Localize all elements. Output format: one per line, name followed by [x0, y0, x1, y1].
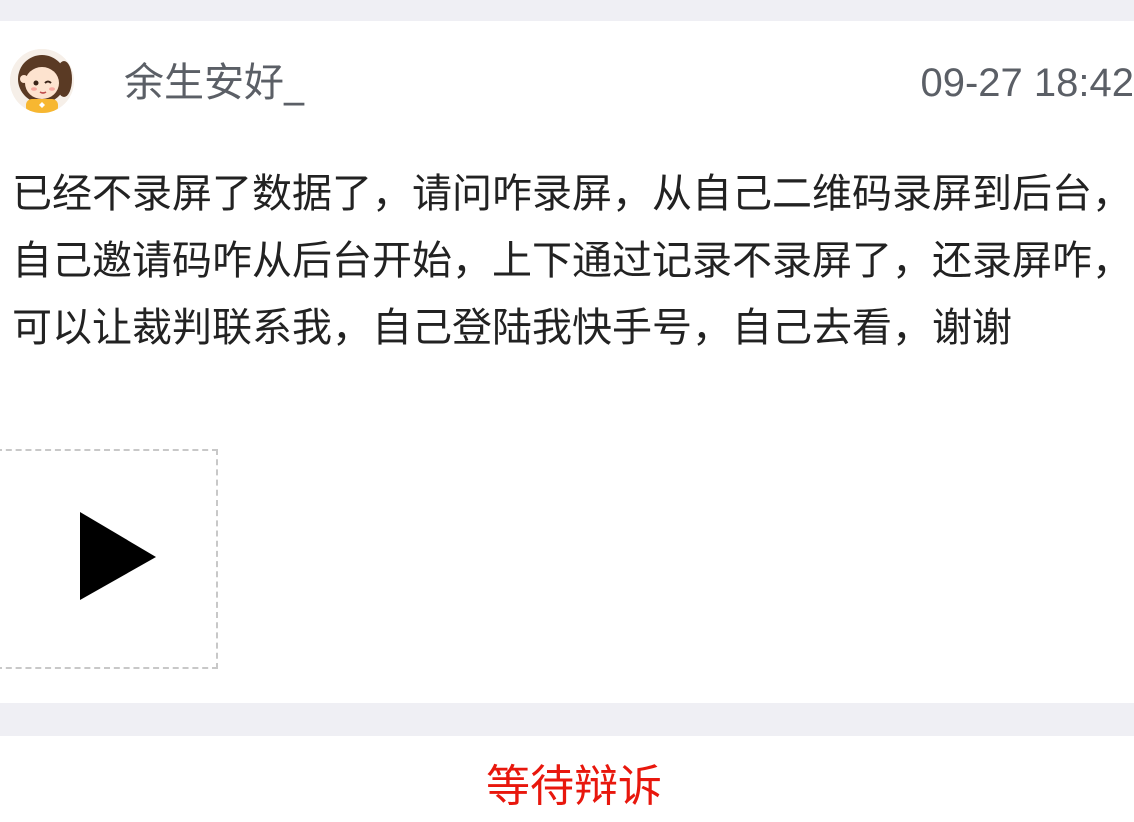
play-icon[interactable]: [80, 512, 160, 604]
post-timestamp: 09-27 18:42: [920, 61, 1134, 105]
avatar-girl-icon: [10, 49, 74, 113]
avatar[interactable]: [10, 49, 74, 113]
post-card: 余生安好_ 09-27 18:42 已经不录屏了数据了，请问咋录屏，从自己二维码…: [0, 21, 1134, 703]
video-thumbnail[interactable]: [0, 449, 218, 669]
post-content: 已经不录屏了数据了，请问咋录屏，从自己二维码录屏到后台，自己邀请码咋从后台开始，…: [12, 171, 1132, 351]
username[interactable]: 余生安好_: [124, 59, 304, 107]
section-divider: [0, 703, 1134, 736]
status-bar: 等待辩诉: [0, 736, 1134, 822]
top-divider: [0, 0, 1134, 21]
status-label: 等待辩诉: [486, 761, 662, 812]
